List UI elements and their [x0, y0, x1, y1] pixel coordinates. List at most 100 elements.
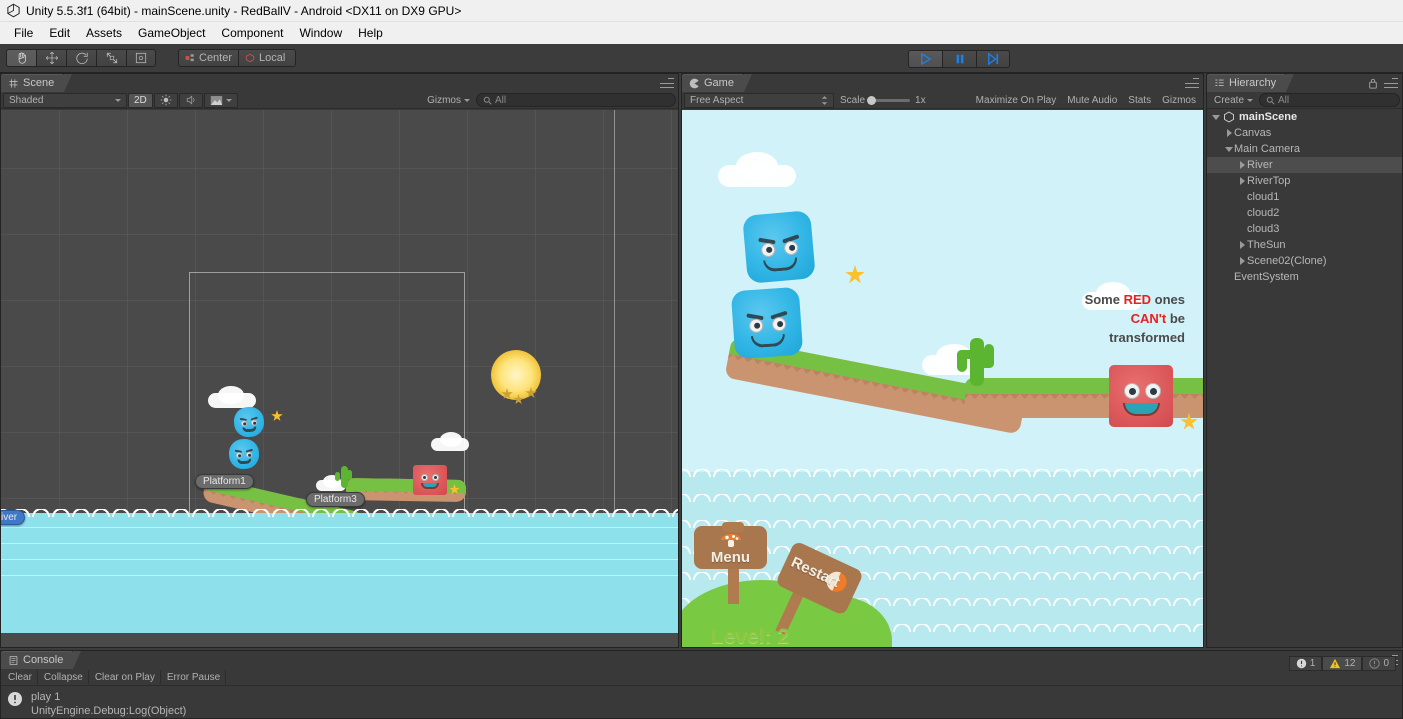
menu-item-window[interactable]: Window: [291, 24, 350, 42]
play-icon: [920, 53, 932, 65]
hierarchy-tree[interactable]: mainScene Canvas Main Camera River RiverTop c…: [1207, 109, 1402, 647]
console-log-entry[interactable]: play 1 UnityEngine.Debug:Log(Object): [1, 686, 1402, 718]
shading-mode-dropdown[interactable]: Shaded: [3, 92, 127, 108]
hierarchy-item-canvas[interactable]: Canvas: [1207, 125, 1402, 141]
lock-icon[interactable]: [1368, 78, 1378, 89]
scene-panel-menu-icon[interactable]: [660, 78, 674, 88]
space-mode-button[interactable]: Local: [238, 49, 297, 67]
hierarchy-item-cloud3[interactable]: cloud3: [1207, 221, 1402, 237]
stats-toggle[interactable]: Stats: [1123, 93, 1156, 108]
hierarchy-item-river[interactable]: River: [1207, 157, 1402, 173]
collapse-button[interactable]: Collapse: [39, 669, 89, 685]
clear-on-play-button[interactable]: Clear on Play: [90, 669, 161, 685]
hierarchy-item-rivertop[interactable]: RiverTop: [1207, 173, 1402, 189]
scene-viewport[interactable]: Platform1 Platform3 iver: [1, 110, 678, 647]
hierarchy-item-scene02-clone[interactable]: Scene02(Clone): [1207, 253, 1402, 269]
toggle-2d-button[interactable]: 2D: [128, 92, 153, 108]
menu-item-file[interactable]: File: [6, 24, 41, 42]
tab-hierarchy[interactable]: Hierarchy: [1207, 74, 1295, 92]
space-mode-label: Local: [259, 52, 286, 64]
step-icon: [988, 53, 999, 65]
info-count[interactable]: 0: [1362, 656, 1396, 671]
shading-mode-label: Shaded: [9, 94, 44, 106]
scale-slider-track[interactable]: [867, 95, 911, 105]
scale-icon: [106, 52, 117, 64]
hand-tool-button[interactable]: [6, 49, 36, 67]
menu-item-gameobject[interactable]: GameObject: [130, 24, 213, 42]
pause-button[interactable]: [942, 50, 976, 68]
maximize-on-play-toggle[interactable]: Maximize On Play: [971, 93, 1062, 108]
window-title: Unity 5.5.3f1 (64bit) - mainScene.unity …: [26, 3, 462, 18]
hierarchy-item-cloud1[interactable]: cloud1: [1207, 189, 1402, 205]
gizmo-river-label[interactable]: iver: [1, 510, 26, 525]
step-button[interactable]: [976, 50, 1010, 68]
mute-audio-toggle[interactable]: Mute Audio: [1062, 93, 1122, 108]
menu-item-assets[interactable]: Assets: [78, 24, 130, 42]
chevron-right-icon[interactable]: [1237, 161, 1247, 169]
hierarchy-item-eventsystem[interactable]: EventSystem: [1207, 269, 1402, 285]
scale-tool-button[interactable]: [96, 49, 126, 67]
game-viewport[interactable]: Some RED ones CAN't be transformed Menu …: [682, 110, 1203, 647]
toggle-2d-label: 2D: [134, 94, 147, 106]
hierarchy-item-label: cloud1: [1247, 191, 1280, 203]
game-scale-slider[interactable]: Scale 1x: [835, 93, 931, 108]
gizmo-platform1-label[interactable]: Platform1: [195, 474, 254, 489]
warning-count[interactable]: 12: [1322, 656, 1363, 671]
aspect-ratio-dropdown[interactable]: Free Aspect: [684, 92, 834, 108]
scene-red-cube[interactable]: [413, 465, 447, 495]
game-toolbar: Free Aspect Scale 1x Maximize On Play Mu…: [682, 92, 1203, 109]
game-panel-menu-icon[interactable]: [1185, 78, 1199, 88]
chevron-right-icon[interactable]: [1224, 129, 1234, 137]
chevron-down-icon[interactable]: [1211, 114, 1221, 120]
mushroom-icon: [720, 534, 741, 547]
console-log-list[interactable]: play 1 UnityEngine.Debug:Log(Object): [1, 686, 1402, 718]
scale-slider-thumb[interactable]: [867, 95, 877, 105]
console-toolbar: Clear Collapse Clear on Play Error Pause: [1, 669, 1402, 686]
hierarchy-panel-menu-icon[interactable]: [1384, 78, 1398, 88]
hierarchy-search-input[interactable]: All: [1259, 93, 1400, 107]
move-tool-button[interactable]: [36, 49, 66, 67]
gizmo-river-text: iver: [1, 512, 18, 523]
console-log-stack: UnityEngine.Debug:Log(Object): [31, 705, 187, 717]
create-dropdown[interactable]: Create: [1209, 93, 1258, 108]
scene-cloud-1b: [218, 386, 244, 404]
scene-search-input[interactable]: All: [476, 93, 676, 107]
hierarchy-item-thesun[interactable]: TheSun: [1207, 237, 1402, 253]
chevron-right-icon[interactable]: [1237, 257, 1247, 265]
tab-game[interactable]: Game: [682, 74, 752, 92]
pivot-mode-button[interactable]: Center: [178, 49, 239, 67]
scene-view-panel: Scene Shaded 2D Gizmos All Platform1 Pla…: [0, 73, 679, 648]
scene-lighting-toggle[interactable]: [153, 92, 178, 108]
menu-bar: File Edit Assets GameObject Component Wi…: [0, 22, 1403, 44]
chevron-right-icon[interactable]: [1237, 241, 1247, 249]
info-icon: [1369, 658, 1381, 669]
hierarchy-item-mainscene[interactable]: mainScene: [1207, 109, 1402, 125]
menu-sign[interactable]: Menu: [694, 522, 772, 604]
chevron-down-icon[interactable]: [1224, 146, 1234, 152]
error-count[interactable]: 1: [1288, 656, 1323, 671]
menu-item-help[interactable]: Help: [350, 24, 391, 42]
game-cactus-arm-left-h: [957, 350, 975, 359]
unity-logo-icon: [7, 3, 20, 18]
effects-chevron-down-icon: [225, 98, 232, 102]
scene-river[interactable]: [1, 509, 678, 647]
hierarchy-item-cloud2[interactable]: cloud2: [1207, 205, 1402, 221]
menu-item-edit[interactable]: Edit: [41, 24, 78, 42]
game-gizmos-dropdown[interactable]: Gizmos: [1157, 93, 1201, 108]
clear-button[interactable]: Clear: [3, 669, 38, 685]
tab-console[interactable]: Console: [1, 651, 82, 669]
scene-audio-toggle[interactable]: [178, 92, 203, 108]
play-button[interactable]: [908, 50, 942, 68]
rect-tool-button[interactable]: [126, 49, 156, 67]
create-label: Create: [1214, 94, 1245, 106]
error-pause-button[interactable]: Error Pause: [162, 669, 227, 685]
chevron-right-icon[interactable]: [1237, 177, 1247, 185]
tab-scene[interactable]: Scene: [1, 74, 73, 92]
hierarchy-item-label: mainScene: [1239, 111, 1298, 123]
scene-gizmos-dropdown[interactable]: Gizmos: [422, 93, 475, 108]
gizmo-platform3-label[interactable]: Platform3: [306, 492, 365, 507]
menu-item-component[interactable]: Component: [213, 24, 291, 42]
scene-effects-toggle[interactable]: [203, 92, 238, 108]
hierarchy-item-main-camera[interactable]: Main Camera: [1207, 141, 1402, 157]
rotate-tool-button[interactable]: [66, 49, 96, 67]
